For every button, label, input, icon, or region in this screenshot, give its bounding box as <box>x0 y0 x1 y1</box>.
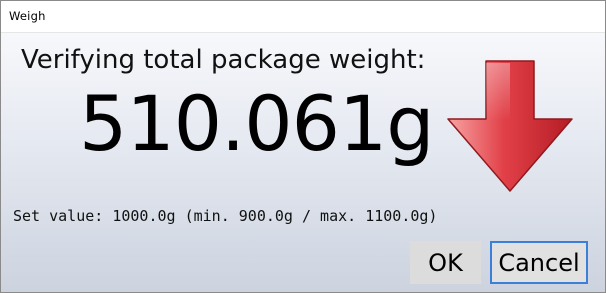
down-arrow-icon <box>447 60 573 192</box>
cancel-button[interactable]: Cancel <box>490 241 588 284</box>
weigh-dialog-window: Weigh Verifying total package weight: 51… <box>0 0 606 293</box>
weight-reading: 510.061g <box>79 79 435 168</box>
set-value-text: Set value: 1000.0g (min. 900.0g / max. 1… <box>13 207 438 225</box>
title-bar: Weigh <box>1 1 605 33</box>
dialog-content: Verifying total package weight: 510.061g… <box>1 33 605 292</box>
verification-heading: Verifying total package weight: <box>21 45 426 75</box>
ok-button[interactable]: OK <box>410 241 481 284</box>
window-title: Weigh <box>9 9 46 23</box>
